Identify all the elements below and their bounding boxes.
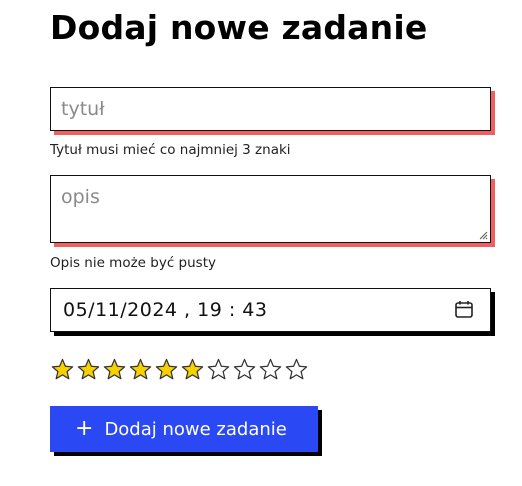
description-error-hint: Opis nie może być pusty: [50, 255, 216, 271]
title-field-wrapper: [50, 87, 491, 131]
star-filled-icon[interactable]: [77, 358, 100, 381]
star-empty-icon[interactable]: [207, 358, 230, 381]
title-error-hint: Tytuł musi mieć co najmniej 3 znaki: [50, 142, 291, 158]
description-field-wrapper: [50, 175, 491, 243]
add-task-button[interactable]: + Dodaj nowe zadanie: [50, 406, 318, 452]
star-filled-icon[interactable]: [155, 358, 178, 381]
add-task-page: Dodaj nowe zadanie Tytuł musi mieć co na…: [0, 0, 522, 486]
calendar-icon[interactable]: [454, 299, 474, 319]
star-empty-icon[interactable]: [259, 358, 282, 381]
star-filled-icon[interactable]: [129, 358, 152, 381]
description-input[interactable]: [51, 176, 490, 241]
plus-icon: +: [75, 416, 94, 441]
add-task-button-label: Dodaj nowe zadanie: [104, 418, 287, 440]
star-empty-icon[interactable]: [285, 358, 308, 381]
star-filled-icon[interactable]: [103, 358, 126, 381]
page-title: Dodaj nowe zadanie: [50, 8, 428, 47]
datetime-value: 05/11/2024 , 19 : 43: [63, 299, 268, 321]
star-empty-icon[interactable]: [233, 358, 256, 381]
rating-stars: [51, 358, 308, 381]
datetime-input[interactable]: 05/11/2024 , 19 : 43: [50, 288, 491, 332]
star-filled-icon[interactable]: [51, 358, 74, 381]
resize-grip-icon[interactable]: [478, 230, 488, 240]
title-input[interactable]: [51, 88, 490, 129]
star-filled-icon[interactable]: [181, 358, 204, 381]
